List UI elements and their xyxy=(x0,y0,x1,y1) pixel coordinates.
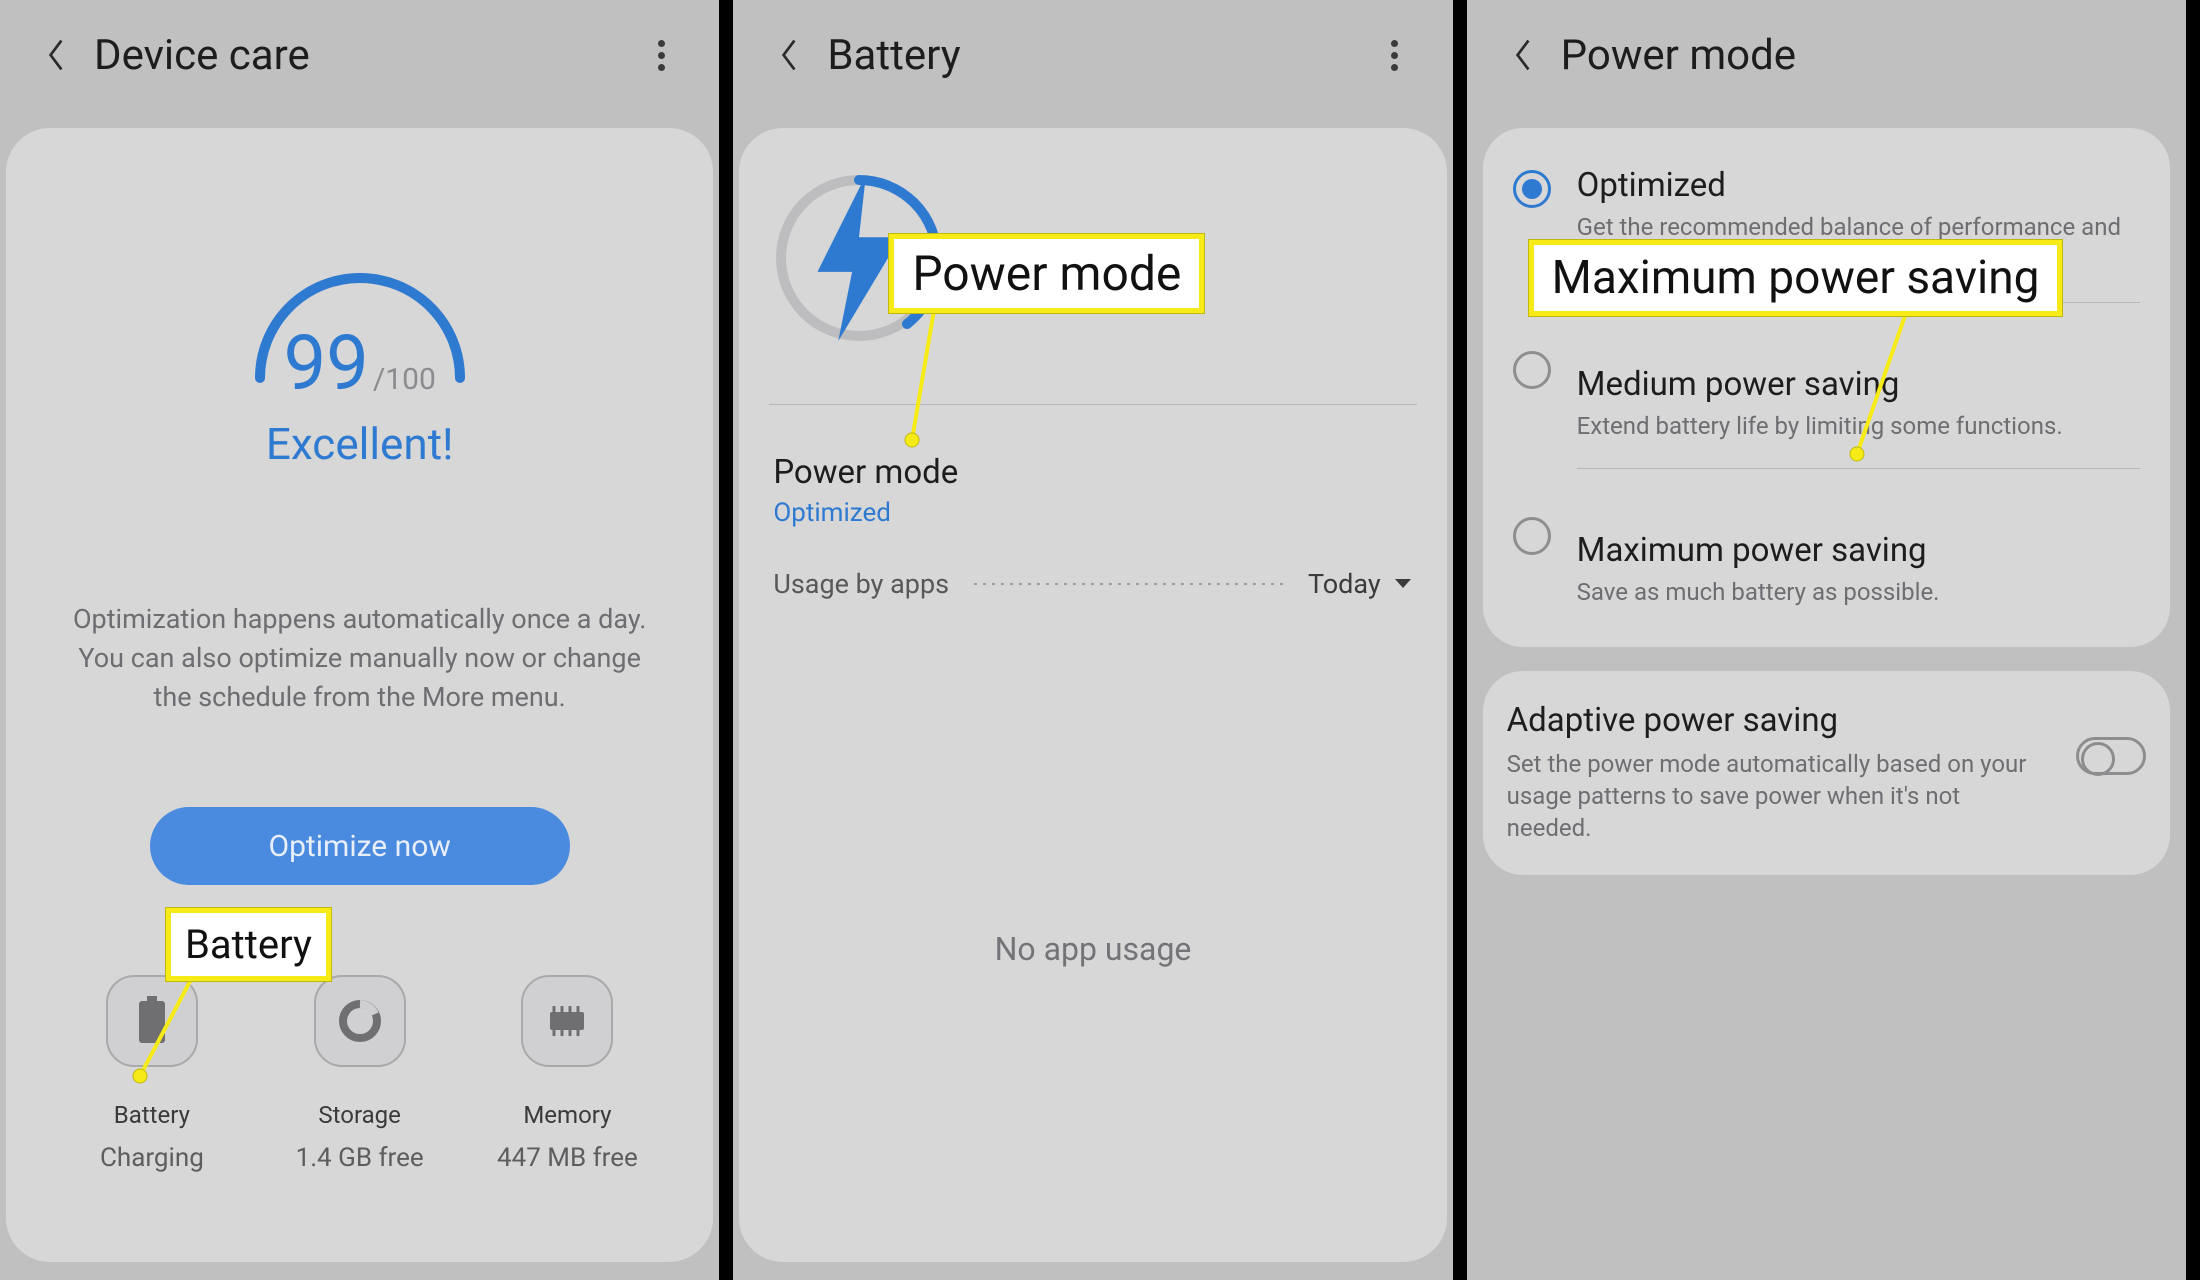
back-button[interactable] xyxy=(1505,37,1541,73)
radio-icon xyxy=(1513,517,1551,555)
tile-battery-name: Battery xyxy=(114,1101,190,1129)
callout-battery: Battery xyxy=(166,908,331,981)
radio-selected-icon xyxy=(1513,170,1551,208)
tile-memory-name: Memory xyxy=(523,1101,611,1129)
adaptive-power-saving-row[interactable]: Adaptive power saving Set the power mode… xyxy=(1507,701,2146,845)
no-app-usage: No app usage xyxy=(769,930,1416,968)
back-button[interactable] xyxy=(38,37,74,73)
callout-leader-2 xyxy=(904,306,944,450)
page-title: Power mode xyxy=(1561,31,2148,80)
pane-battery: Battery Charger connected Power mode Opt… xyxy=(733,0,1466,1280)
pane-device-care: Device care 99 /100 Excellent! Optimizat… xyxy=(0,0,733,1280)
header: Device care xyxy=(0,0,719,110)
usage-period-selector[interactable]: Today xyxy=(1308,568,1413,600)
usage-period: Today xyxy=(1308,568,1381,600)
adaptive-toggle[interactable] xyxy=(2076,737,2146,775)
more-icon[interactable] xyxy=(641,35,681,75)
pane-power-mode: Power mode Optimized Get the recommended… xyxy=(1467,0,2200,1280)
header: Battery xyxy=(733,0,1452,110)
power-mode-value: Optimized xyxy=(773,498,1412,528)
score-value: 99 xyxy=(283,318,368,408)
option-desc: Save as much battery as possible. xyxy=(1577,576,2140,608)
score-denominator: /100 xyxy=(373,362,436,397)
callout-leader-1 xyxy=(126,966,216,1086)
adaptive-power-saving-card: Adaptive power saving Set the power mode… xyxy=(1483,671,2170,875)
radio-icon xyxy=(1513,351,1551,389)
tile-storage-sub: 1.4 GB free xyxy=(296,1143,424,1173)
adaptive-title: Adaptive power saving xyxy=(1507,701,2056,740)
device-care-card: 99 /100 Excellent! Optimization happens … xyxy=(6,128,713,1262)
header: Power mode xyxy=(1467,0,2186,110)
option-maximum-power-saving[interactable]: Maximum power saving Save as much batter… xyxy=(1507,491,2146,630)
usage-label: Usage by apps xyxy=(773,568,949,600)
score-gauge: 99 /100 xyxy=(230,208,490,388)
callout-max-power-saving: Maximum power saving xyxy=(1529,240,2063,316)
adaptive-desc: Set the power mode automatically based o… xyxy=(1507,748,2027,845)
optimization-description: Optimization happens automatically once … xyxy=(70,600,650,717)
power-mode-row[interactable]: Power mode Optimized xyxy=(769,445,1416,568)
tile-storage[interactable]: Storage 1.4 GB free xyxy=(270,975,450,1173)
callout-power-mode: Power mode xyxy=(889,234,1204,313)
usage-by-apps-row[interactable]: Usage by apps Today xyxy=(769,568,1416,600)
tile-memory[interactable]: Memory 447 MB free xyxy=(477,975,657,1173)
power-mode-label: Power mode xyxy=(773,453,1412,492)
more-icon[interactable] xyxy=(1375,35,1415,75)
chevron-down-icon xyxy=(1393,577,1413,591)
back-button[interactable] xyxy=(771,37,807,73)
optimize-now-button[interactable]: Optimize now xyxy=(150,807,570,885)
memory-icon xyxy=(521,975,613,1067)
tile-storage-name: Storage xyxy=(318,1101,400,1129)
power-mode-options-card: Optimized Get the recommended balance of… xyxy=(1483,128,2170,647)
page-title: Battery xyxy=(827,31,1374,80)
tile-memory-sub: 447 MB free xyxy=(497,1143,638,1173)
storage-icon xyxy=(314,975,406,1067)
option-medium-power-saving[interactable]: Medium power saving Extend battery life … xyxy=(1507,325,2146,491)
tile-battery-sub: Charging xyxy=(100,1143,204,1173)
option-title: Optimized xyxy=(1577,166,2140,205)
callout-leader-3 xyxy=(1847,306,1927,466)
battery-card: Charger connected Power mode Optimized U… xyxy=(739,128,1446,1262)
page-title: Device care xyxy=(94,31,641,80)
option-title: Maximum power saving xyxy=(1577,531,2140,570)
dotted-divider xyxy=(969,583,1288,585)
